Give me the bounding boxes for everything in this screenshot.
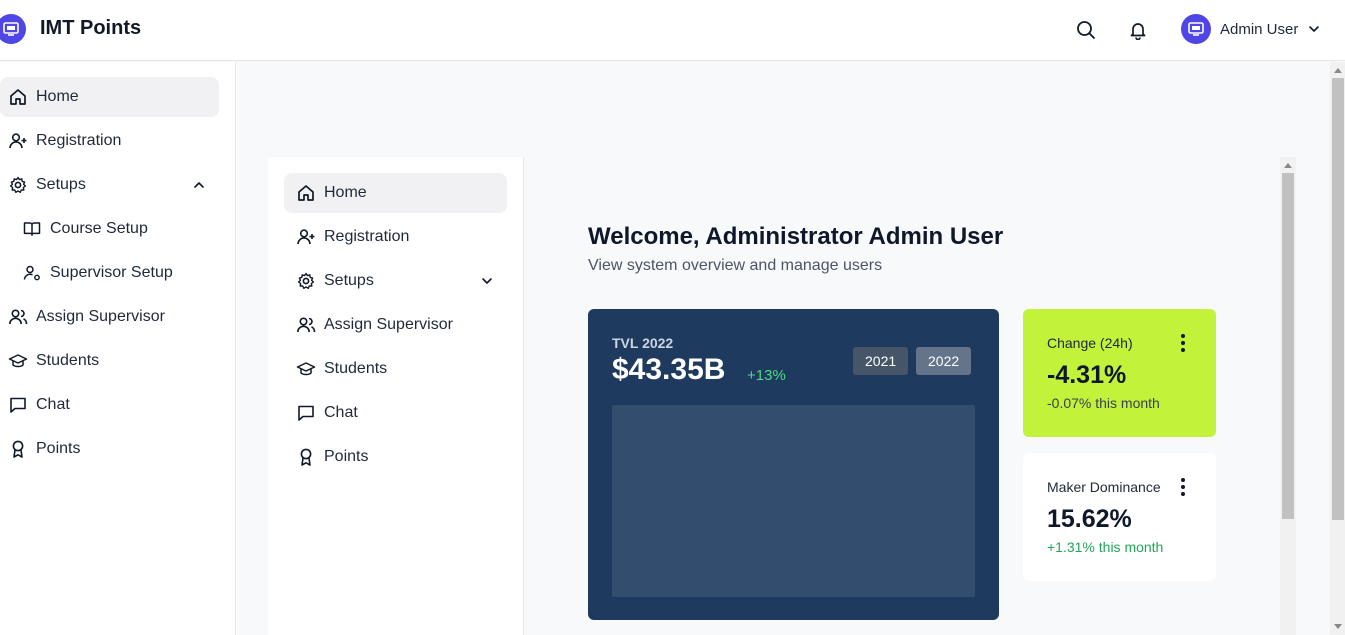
stat-subtext: +1.31% this month	[1047, 539, 1164, 555]
inner-sidebar-item-points[interactable]: Points	[284, 437, 507, 477]
home-icon	[296, 183, 316, 203]
content-scrollbar[interactable]	[1280, 157, 1296, 635]
inner-sidebar-item-label: Points	[324, 448, 369, 465]
sidebar-item-supervisor-setup[interactable]: Supervisor Setup	[14, 253, 219, 293]
sidebar-item-label: Registration	[36, 132, 122, 149]
tvl-change: +13%	[747, 367, 786, 384]
home-icon	[8, 87, 28, 107]
inner-sidebar-item-setups[interactable]: Setups	[284, 261, 507, 301]
app-logo-icon	[0, 14, 26, 44]
sidebar-item-home[interactable]: Home	[0, 77, 219, 117]
award-icon	[296, 447, 316, 467]
inner-sidebar-item-label: Setups	[324, 272, 374, 289]
scroll-down-arrow-icon[interactable]	[1334, 624, 1342, 629]
sidebar: Home Registration Setups Course Setup Su…	[0, 62, 236, 635]
inner-sidebar-item-label: Home	[324, 184, 367, 201]
search-icon[interactable]	[1074, 18, 1098, 42]
sidebar-item-label: Home	[36, 88, 79, 105]
sidebar-item-label: Course Setup	[50, 220, 148, 237]
inner-sidebar-item-label: Registration	[324, 228, 410, 245]
app-title: IMT Points	[40, 17, 142, 39]
stat-card-maker-dominance: Maker Dominance 15.62% +1.31% this month	[1023, 453, 1216, 581]
stat-card-change: Change (24h) -4.31% -0.07% this month	[1023, 309, 1216, 437]
book-icon	[22, 219, 42, 239]
stat-label: Maker Dominance	[1047, 479, 1161, 495]
scrollbar-thumb[interactable]	[1332, 78, 1344, 520]
scroll-up-arrow-icon[interactable]	[1334, 68, 1342, 73]
sidebar-item-label: Supervisor Setup	[50, 264, 173, 281]
page-scrollbar[interactable]	[1330, 62, 1345, 635]
sidebar-item-course-setup[interactable]: Course Setup	[14, 209, 219, 249]
graduation-cap-icon	[8, 351, 28, 371]
inner-sidebar: Home Registration Setups Assign Supervis…	[268, 157, 524, 635]
user-plus-icon	[296, 227, 316, 247]
sidebar-item-setups[interactable]: Setups	[0, 165, 219, 205]
top-bar: IMT Points Admin User	[0, 0, 1345, 61]
bell-icon[interactable]	[1126, 18, 1150, 42]
user-name: Admin User	[1220, 20, 1299, 38]
sidebar-item-label: Students	[36, 352, 100, 369]
inner-sidebar-item-label: Students	[324, 360, 388, 377]
stat-subtext: -0.07% this month	[1047, 395, 1160, 411]
inner-sidebar-item-students[interactable]: Students	[284, 349, 507, 389]
user-menu[interactable]: Admin User	[1181, 14, 1320, 44]
gear-icon	[8, 175, 28, 195]
users-icon	[8, 307, 28, 327]
chat-icon	[8, 395, 28, 415]
tvl-card: TVL 2022 $43.35B +13% 2021 2022	[588, 309, 999, 620]
stat-label: Change (24h)	[1047, 335, 1133, 351]
graduation-cap-icon	[296, 359, 316, 379]
stat-value: -4.31%	[1047, 361, 1127, 389]
sidebar-item-students[interactable]: Students	[0, 341, 219, 381]
main-content: Home Registration Setups Assign Supervis…	[237, 62, 1330, 635]
chevron-up-icon	[193, 179, 205, 191]
sidebar-item-label: Setups	[36, 176, 86, 193]
avatar	[1181, 14, 1211, 44]
sidebar-item-label: Points	[36, 440, 81, 457]
dashboard-content: Welcome, Administrator Admin User View s…	[524, 157, 1280, 635]
tvl-chart-area	[612, 405, 975, 597]
chevron-down-icon	[481, 275, 493, 287]
inner-sidebar-item-label: Chat	[324, 404, 358, 421]
sidebar-item-chat[interactable]: Chat	[0, 385, 219, 425]
gear-icon	[296, 271, 316, 291]
sidebar-item-label: Assign Supervisor	[36, 308, 165, 325]
sidebar-item-points[interactable]: Points	[0, 429, 219, 469]
year-2022-button[interactable]: 2022	[916, 347, 972, 375]
more-vertical-icon[interactable]	[1175, 333, 1191, 353]
inner-sidebar-item-registration[interactable]: Registration	[284, 217, 507, 257]
inner-sidebar-item-assign-supervisor[interactable]: Assign Supervisor	[284, 305, 507, 345]
scrollbar-thumb[interactable]	[1282, 173, 1294, 519]
chevron-down-icon	[1308, 23, 1320, 35]
award-icon	[8, 439, 28, 459]
inner-sidebar-item-label: Assign Supervisor	[324, 316, 453, 333]
more-vertical-icon[interactable]	[1175, 477, 1191, 497]
inner-sidebar-item-chat[interactable]: Chat	[284, 393, 507, 433]
scroll-up-arrow-icon[interactable]	[1284, 163, 1292, 168]
tvl-value: $43.35B	[612, 353, 726, 386]
page-title: Welcome, Administrator Admin User	[588, 223, 1004, 250]
user-plus-icon	[8, 131, 28, 151]
sidebar-item-registration[interactable]: Registration	[0, 121, 219, 161]
year-2021-button[interactable]: 2021	[853, 347, 909, 375]
sidebar-item-assign-supervisor[interactable]: Assign Supervisor	[0, 297, 219, 337]
user-gear-icon	[22, 263, 42, 283]
tvl-label: TVL 2022	[612, 335, 674, 351]
inner-sidebar-item-home[interactable]: Home	[284, 173, 507, 213]
stat-value: 15.62%	[1047, 505, 1132, 533]
sidebar-item-label: Chat	[36, 396, 70, 413]
page-subtitle: View system overview and manage users	[588, 257, 883, 274]
chat-icon	[296, 403, 316, 423]
users-icon	[296, 315, 316, 335]
